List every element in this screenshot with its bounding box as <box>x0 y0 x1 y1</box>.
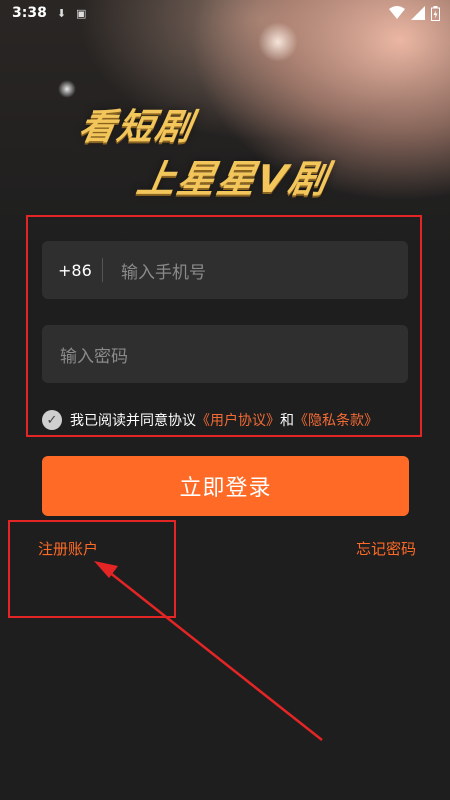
annotation-box-register <box>8 520 176 618</box>
download-icon: ⬇ <box>56 6 67 20</box>
hero-title-line2: 上星星V剧 <box>133 157 333 201</box>
hero-title-line1: 看短剧 <box>75 107 198 148</box>
login-button[interactable]: 立即登录 <box>42 456 409 516</box>
signal-icon <box>411 6 425 20</box>
status-time: 3:38 <box>12 5 47 21</box>
light-glow <box>258 22 298 62</box>
annotation-box-form <box>26 215 422 437</box>
a-icon: ▣ <box>76 6 87 20</box>
forgot-password-link[interactable]: 忘记密码 <box>356 538 416 559</box>
status-bar: 3:38 ⬇ ▣ <box>0 0 450 26</box>
light-glow-small <box>58 80 76 98</box>
wifi-icon <box>389 6 405 19</box>
battery-icon <box>431 5 440 21</box>
